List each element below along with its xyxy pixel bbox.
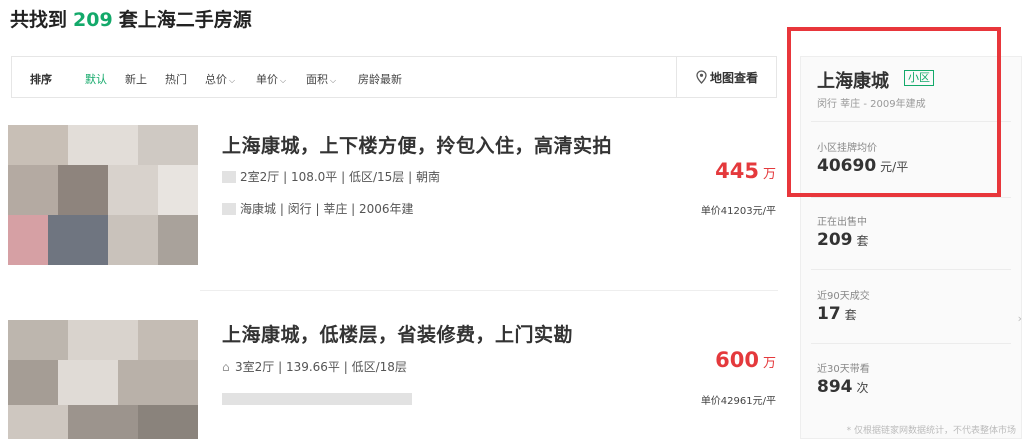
sort-unit-price[interactable]: 单价 ⌵ xyxy=(256,71,286,87)
visits-label: 近30天带看 xyxy=(817,364,870,375)
house-icon: ⌂ xyxy=(222,360,230,374)
listing-price: 445 万 xyxy=(715,159,776,183)
visits-number: 894 xyxy=(817,377,853,397)
result-suffix: 套上海二手房源 xyxy=(118,9,252,31)
panel-divider xyxy=(811,343,1011,344)
on-sale-label: 正在出售中 xyxy=(817,217,867,228)
sort-bar: 排序 默认 新上 热门 总价 ⌵ 单价 ⌵ 面积 ⌵ 房龄最新 地图查看 xyxy=(11,56,777,98)
chevron-down-icon: ⌵ xyxy=(280,76,287,85)
location-pin-icon xyxy=(696,70,707,87)
listing-divider xyxy=(200,290,778,291)
deals-unit: 套 xyxy=(844,308,857,322)
location-icon xyxy=(222,203,236,215)
listing-location[interactable] xyxy=(222,392,416,406)
listing-unit-price: 单价42961元/平 xyxy=(700,396,776,407)
sort-unit-price-label: 单价 xyxy=(256,73,278,86)
location-blurred xyxy=(222,393,412,405)
listing-item[interactable]: 上海康城，低楼层，省装修费，上门实勘 ⌂ 3室2厅 | 139.66平 | 低区/… xyxy=(0,320,780,439)
panel-footnote: * 仅根据链家网数据统计，不代表整体市场 xyxy=(846,426,1016,436)
highlight-box xyxy=(787,27,1001,197)
listing-info-text: 3室2厅 | 139.66平 | 低区/18层 xyxy=(235,360,407,374)
sort-hot[interactable]: 热门 xyxy=(165,71,187,87)
sort-total-price[interactable]: 总价 ⌵ xyxy=(205,71,235,87)
panel-divider xyxy=(811,197,1011,198)
on-sale-value[interactable]: 209 套 xyxy=(817,230,869,250)
map-view-label: 地图查看 xyxy=(709,71,758,85)
listing-info-text: 2室2厅 | 108.0平 | 低区/15层 | 朝南 xyxy=(240,170,440,184)
listing-photo[interactable] xyxy=(8,320,198,439)
deals-number: 17 xyxy=(817,304,841,324)
chevron-down-icon: ⌵ xyxy=(229,76,236,85)
sort-area[interactable]: 面积 ⌵ xyxy=(306,71,336,87)
deals-value: 17 套 xyxy=(817,304,857,324)
house-icon xyxy=(222,171,236,183)
listing-photo[interactable] xyxy=(8,125,198,265)
sort-default[interactable]: 默认 xyxy=(85,71,107,87)
sort-new[interactable]: 新上 xyxy=(125,71,147,87)
listing-info: ⌂ 3室2厅 | 139.66平 | 低区/18层 xyxy=(222,358,407,375)
deals-label: 近90天成交 xyxy=(817,291,870,302)
on-sale-unit: 套 xyxy=(856,234,869,248)
result-header: 共找到 209 套上海二手房源 xyxy=(10,5,252,32)
result-count: 209 xyxy=(73,9,113,31)
sort-total-price-label: 总价 xyxy=(205,73,227,86)
panel-divider xyxy=(811,269,1011,270)
visits-value: 894 次 xyxy=(817,377,869,397)
listing-price: 600 万 xyxy=(715,348,776,372)
visits-unit: 次 xyxy=(856,381,869,395)
on-sale-number: 209 xyxy=(817,230,853,250)
price-value: 445 xyxy=(715,159,759,183)
sortbar-divider xyxy=(676,57,677,97)
listing-title[interactable]: 上海康城，低楼层，省装修费，上门实勘 xyxy=(222,320,573,347)
result-prefix: 共找到 xyxy=(10,9,68,31)
listing-item[interactable]: 上海康城，上下楼方便，拎包入住，高清实拍 2室2厅 | 108.0平 | 低区/… xyxy=(0,125,780,290)
listing-unit-price: 单价41203元/平 xyxy=(700,206,776,217)
price-value: 600 xyxy=(715,348,759,372)
sort-area-label: 面积 xyxy=(306,73,328,86)
listing-info: 2室2厅 | 108.0平 | 低区/15层 | 朝南 xyxy=(222,168,440,185)
listing-location[interactable]: 海康城 | 闵行 | 莘庄 | 2006年建 xyxy=(222,200,414,217)
scroll-right-icon[interactable]: › xyxy=(1018,312,1022,325)
map-view-link[interactable]: 地图查看 xyxy=(696,69,758,87)
listing-location-text: 海康城 | 闵行 | 莘庄 | 2006年建 xyxy=(240,202,414,216)
sort-label: 排序 xyxy=(30,73,52,86)
listing-title[interactable]: 上海康城，上下楼方便，拎包入住，高清实拍 xyxy=(222,131,612,158)
price-unit: 万 xyxy=(762,356,776,371)
chevron-down-icon: ⌵ xyxy=(330,76,337,85)
price-unit: 万 xyxy=(762,167,776,182)
sort-age[interactable]: 房龄最新 xyxy=(358,71,402,87)
